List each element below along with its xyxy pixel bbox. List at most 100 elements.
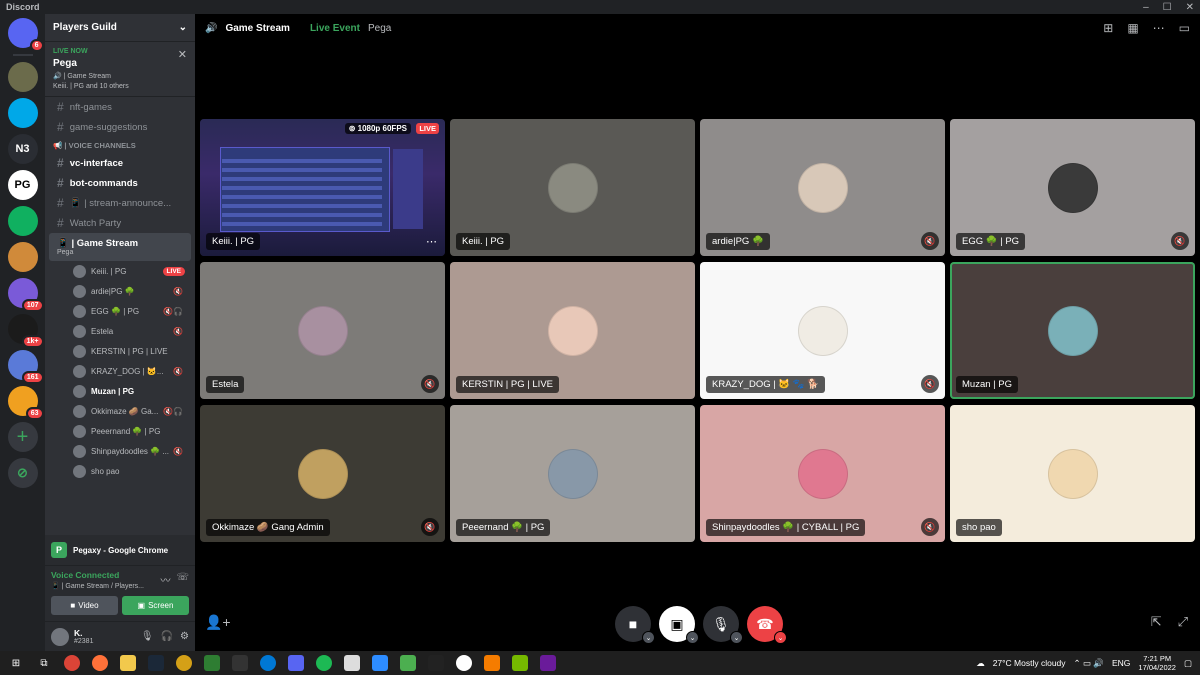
voice-member[interactable]: ardie|PG 🌳 🔇 bbox=[45, 281, 195, 301]
camera-toggle[interactable]: ■ ⌄ bbox=[615, 606, 655, 644]
minimize-button[interactable]: – bbox=[1143, 2, 1149, 13]
windows-start-icon[interactable]: ⊞ bbox=[8, 655, 24, 671]
minecraft-icon[interactable] bbox=[400, 655, 416, 671]
mic-icon[interactable]: 🎙 bbox=[141, 631, 154, 642]
close-icon[interactable]: ✕ bbox=[178, 48, 187, 61]
participant-tile[interactable]: Keiii. | PG bbox=[450, 119, 695, 256]
server-icon[interactable]: N3 bbox=[7, 134, 38, 164]
popout-icon[interactable]: ▭ bbox=[1179, 21, 1190, 35]
participant-tile[interactable]: Okkimaze 🥔 Gang Admin 🔇 bbox=[200, 405, 445, 542]
add-activity-icon[interactable]: ⊞ bbox=[1103, 21, 1113, 35]
file-explorer-icon[interactable] bbox=[120, 655, 136, 671]
channel-item[interactable]: # 📱 | stream-announce... bbox=[45, 193, 195, 213]
channel-item[interactable]: # game-suggestions bbox=[45, 117, 195, 137]
voice-member[interactable]: Shinpaydoodles 🌳 ... 🔇 bbox=[45, 441, 195, 461]
spotify-icon[interactable] bbox=[316, 655, 332, 671]
server-icon[interactable]: PG bbox=[7, 170, 38, 200]
explore-servers-button[interactable]: ⊘ bbox=[7, 458, 38, 488]
server-icon[interactable]: 107 bbox=[7, 278, 44, 312]
app-icon[interactable] bbox=[484, 655, 500, 671]
channel-item[interactable]: # nft-games bbox=[45, 97, 195, 117]
app-icon[interactable] bbox=[204, 655, 220, 671]
stream-panel[interactable]: P Pegaxy - Google Chrome bbox=[45, 535, 195, 565]
participant-tile[interactable]: ardie|PG 🌳 🔇 bbox=[700, 119, 945, 256]
active-voice-channel[interactable]: 📱 | Game Stream Pega bbox=[49, 233, 191, 261]
channel-item[interactable]: # vc-interface bbox=[45, 153, 195, 173]
stream-tile[interactable]: ⊚ 1080p 60FPS LIVE ⋯ Keiii. | PG bbox=[200, 119, 445, 256]
chevron-down-icon[interactable]: ⌄ bbox=[642, 631, 655, 644]
zoom-icon[interactable] bbox=[372, 655, 388, 671]
video-button[interactable]: ■ Video bbox=[51, 596, 118, 615]
server-icon[interactable]: 6 bbox=[7, 18, 44, 52]
app-icon[interactable] bbox=[540, 655, 556, 671]
notification-icon[interactable]: ▢ bbox=[1184, 658, 1192, 669]
server-icon[interactable]: 161 bbox=[7, 350, 44, 384]
grid-layout-icon[interactable]: ▦ bbox=[1127, 21, 1138, 35]
app-icon[interactable] bbox=[344, 655, 360, 671]
participant-tile[interactable]: Estela 🔇 bbox=[200, 262, 445, 399]
participant-tile[interactable]: Peeernand 🌳 | PG bbox=[450, 405, 695, 542]
voice-member[interactable]: Muzan | PG bbox=[45, 381, 195, 401]
participant-tile[interactable]: KRAZY_DOG | 🐱 🐾 🐕 🔇 bbox=[700, 262, 945, 399]
channel-item[interactable]: # bot-commands bbox=[45, 173, 195, 193]
fullscreen-icon[interactable]: ⤢ bbox=[1178, 614, 1188, 630]
channel-item[interactable]: # Watch Party bbox=[45, 213, 195, 233]
firefox-icon[interactable] bbox=[92, 655, 108, 671]
server-icon[interactable] bbox=[7, 242, 38, 272]
voice-member[interactable]: KERSTIN | PG | LIVE bbox=[45, 341, 195, 361]
maximize-button[interactable]: ☐ bbox=[1163, 2, 1172, 13]
gear-icon[interactable]: ⚙ bbox=[180, 631, 189, 642]
mic-toggle[interactable]: 🎙 ⌄ bbox=[703, 606, 743, 644]
headphones-icon[interactable]: 🎧 bbox=[161, 631, 173, 642]
invite-icon[interactable]: 👤+ bbox=[205, 614, 231, 631]
weather-text[interactable]: 27°C Mostly cloudy bbox=[993, 658, 1066, 668]
participant-tile[interactable]: sho pao bbox=[950, 405, 1195, 542]
voice-member[interactable]: EGG 🌳 | PG 🔇🎧 bbox=[45, 301, 195, 321]
chrome-icon[interactable] bbox=[64, 655, 80, 671]
live-event-label[interactable]: Live Event bbox=[310, 23, 360, 34]
popout-icon[interactable]: ⇱ bbox=[1151, 614, 1162, 630]
live-now-card[interactable]: LIVE NOW Pega 🔊 | Game Stream Keiii. | P… bbox=[45, 42, 195, 97]
app-icon[interactable] bbox=[428, 655, 444, 671]
chevron-down-icon[interactable]: ⌄ bbox=[730, 631, 743, 644]
voice-member[interactable]: Peeernand 🌳 | PG bbox=[45, 421, 195, 441]
server-icon[interactable]: 1k+ bbox=[7, 314, 44, 348]
close-window-button[interactable]: ✕ bbox=[1186, 2, 1194, 13]
app-icon[interactable] bbox=[456, 655, 472, 671]
more-options-icon[interactable]: ⋯ bbox=[1153, 21, 1165, 35]
stop-stream-button[interactable]: ▣ ⌄ bbox=[659, 606, 699, 644]
voice-category[interactable]: 📢 | VOICE CHANNELS bbox=[45, 137, 195, 153]
steam-icon[interactable] bbox=[148, 655, 164, 671]
noise-suppression-icon[interactable]: 〰 bbox=[160, 572, 170, 587]
voice-member[interactable]: Keiii. | PG LIVE bbox=[45, 261, 195, 281]
voice-member[interactable]: sho pao bbox=[45, 461, 195, 481]
nvidia-icon[interactable] bbox=[512, 655, 528, 671]
tray-icons[interactable]: ⌃ ▭ 🔊 bbox=[1074, 658, 1104, 669]
participant-tile[interactable]: Shinpaydoodles 🌳 | CYBALL | PG 🔇 bbox=[700, 405, 945, 542]
participant-tile[interactable]: EGG 🌳 | PG 🔇 bbox=[950, 119, 1195, 256]
server-icon[interactable] bbox=[7, 62, 38, 92]
participant-tile[interactable]: Muzan | PG bbox=[950, 262, 1195, 399]
disconnect-button[interactable]: ☎ ⌄ bbox=[747, 606, 787, 644]
language-indicator[interactable]: ENG bbox=[1112, 658, 1130, 668]
task-view-icon[interactable]: ⧉ bbox=[36, 655, 52, 671]
voice-member[interactable]: Estela 🔇 bbox=[45, 321, 195, 341]
more-options-icon[interactable]: ⋯ bbox=[426, 235, 437, 248]
server-icon[interactable] bbox=[7, 98, 38, 128]
clock[interactable]: 7:21 PM 17/04/2022 bbox=[1138, 654, 1176, 672]
edge-icon[interactable] bbox=[260, 655, 276, 671]
guild-header[interactable]: Players Guild ⌄ bbox=[45, 14, 195, 42]
add-server-button[interactable]: + bbox=[7, 422, 38, 452]
weather-icon[interactable]: ☁ bbox=[976, 658, 985, 669]
participant-tile[interactable]: KERSTIN | PG | LIVE bbox=[450, 262, 695, 399]
epic-games-icon[interactable] bbox=[232, 655, 248, 671]
disconnect-icon[interactable]: ☏ bbox=[176, 572, 189, 587]
avatar[interactable] bbox=[51, 627, 69, 646]
screen-button[interactable]: ▣ Screen bbox=[122, 596, 189, 615]
discord-icon[interactable] bbox=[288, 655, 304, 671]
chevron-down-icon[interactable]: ⌄ bbox=[686, 631, 699, 644]
chevron-down-icon[interactable]: ⌄ bbox=[774, 631, 787, 644]
server-icon[interactable]: 63 bbox=[7, 386, 44, 420]
voice-member[interactable]: KRAZY_DOG | 🐱... 🔇 bbox=[45, 361, 195, 381]
voice-member[interactable]: Okkimaze 🥔 Ga... 🔇🎧 bbox=[45, 401, 195, 421]
